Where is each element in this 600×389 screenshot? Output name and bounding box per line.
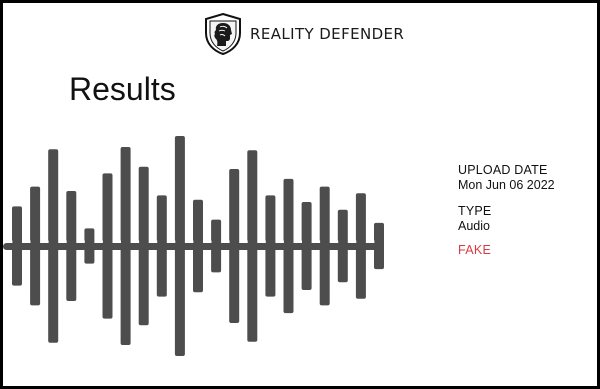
verdict-badge: FAKE [458, 243, 492, 257]
waveform-gap [336, 240, 339, 243]
waveform-gap [300, 240, 302, 243]
waveform-gap [10, 240, 13, 243]
upload-date-value: Mon Jun 06 2022 [458, 178, 555, 192]
waveform-gap [119, 240, 121, 243]
verdict-section: FAKE [458, 243, 491, 257]
waveform-gap [318, 240, 321, 243]
type-label: TYPE [458, 204, 492, 218]
waveform-gap [282, 240, 284, 243]
waveform-gap [209, 240, 212, 243]
waveform-gap [137, 240, 140, 243]
waveform-gap [155, 240, 158, 243]
waveform-gap [47, 240, 49, 243]
waveform-gap [191, 240, 194, 243]
type-value: Audio [458, 219, 490, 233]
waveform-gap [101, 240, 103, 243]
results-panel: REALITY DEFENDER Results UPLOAD DATE Mon… [3, 3, 597, 386]
waveform-gap [228, 240, 230, 243]
waveform-gap [246, 240, 248, 243]
upload-date-label: UPLOAD DATE [458, 163, 548, 177]
upload-date-section: UPLOAD DATE Mon Jun 06 2022 [458, 163, 555, 192]
waveform-gap [264, 240, 266, 243]
audio-waveform-icon [3, 136, 384, 356]
waveform-gap [354, 240, 357, 243]
waveform-gap [65, 240, 67, 243]
waveform-gap [173, 240, 176, 243]
type-section: TYPE Audio [458, 204, 491, 233]
waveform-baseline [3, 243, 380, 250]
waveform-gap [28, 240, 31, 243]
waveform-gap [83, 240, 85, 243]
waveform-gap [372, 240, 375, 243]
